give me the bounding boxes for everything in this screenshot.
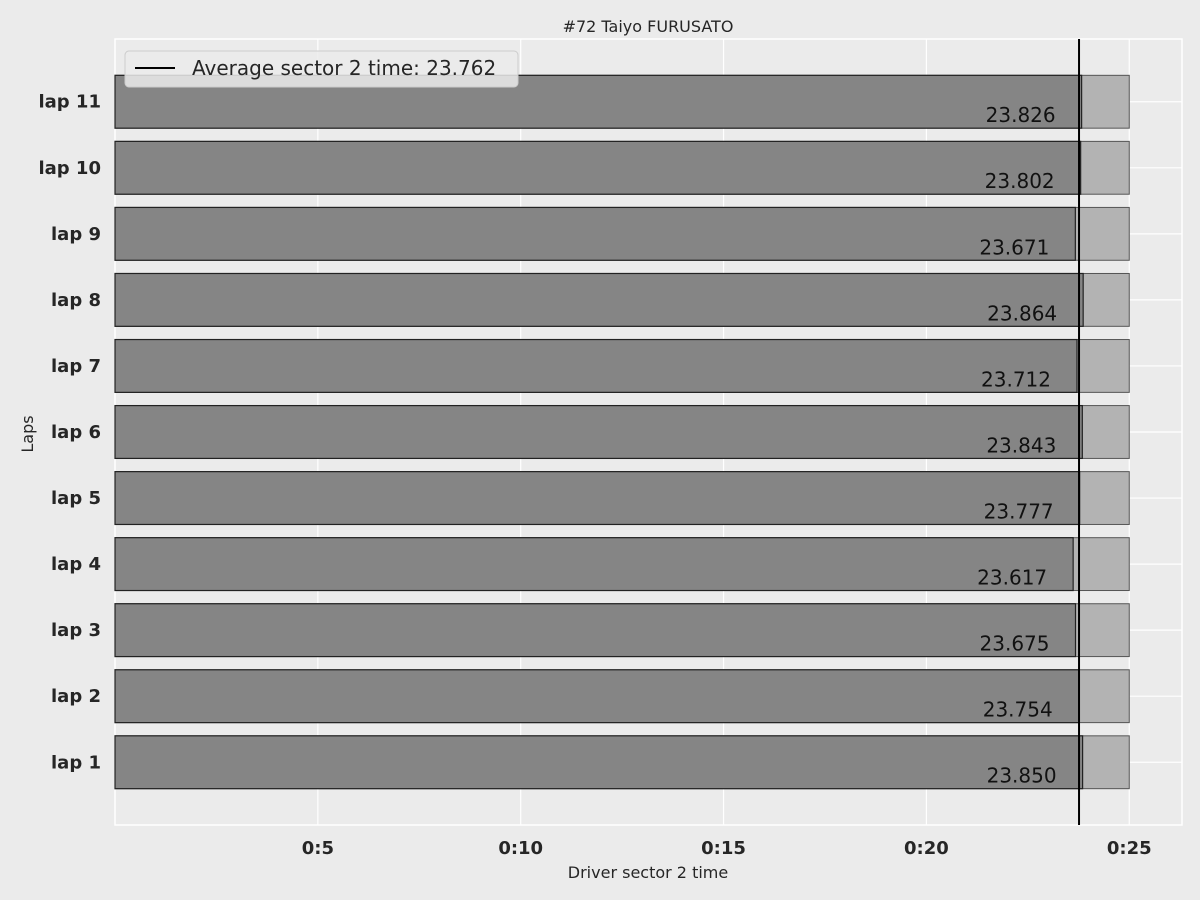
y-tick-label: lap 5 xyxy=(51,488,101,509)
bar-lap-3 xyxy=(114,603,1077,658)
y-tick-label: lap 7 xyxy=(51,356,101,377)
bar-lap-2 xyxy=(114,669,1080,724)
legend: Average sector 2 time: 23.762 xyxy=(124,50,519,88)
bar-lap-5 xyxy=(114,471,1081,526)
y-tick-label: lap 9 xyxy=(51,224,101,245)
data-label: 23.777 xyxy=(984,499,1054,523)
bar-lap-10 xyxy=(114,140,1082,195)
data-label: 23.754 xyxy=(983,698,1053,722)
data-label: 23.671 xyxy=(979,235,1049,259)
y-tick-label: lap 10 xyxy=(38,158,101,179)
x-tick-label: 0:10 xyxy=(498,838,543,859)
y-tick-label: lap 6 xyxy=(51,422,101,443)
data-label: 23.850 xyxy=(987,764,1057,788)
bar-lap-6 xyxy=(114,404,1083,460)
data-label: 23.675 xyxy=(980,632,1050,656)
x-tick-label: 0:15 xyxy=(701,838,746,859)
bar-lap-7 xyxy=(114,338,1078,393)
x-tick-label: 0:20 xyxy=(904,838,949,859)
data-label: 23.617 xyxy=(977,566,1047,590)
chart-title: #72 Taiyo FURUSATO xyxy=(563,17,734,36)
data-label: 23.843 xyxy=(986,433,1056,457)
y-tick-label: lap 2 xyxy=(51,686,101,707)
y-tick-label: lap 3 xyxy=(51,620,101,641)
bar-lap-1 xyxy=(114,735,1084,790)
y-tick-label: lap 4 xyxy=(51,554,101,575)
legend-label: Average sector 2 time: 23.762 xyxy=(192,56,496,80)
bars: 23.850 23.754 23.675 23.617 23.777 23.843 23.7… xyxy=(114,74,1130,790)
y-tick-label: lap 11 xyxy=(38,92,101,113)
bar-lap-4 xyxy=(114,537,1074,592)
bar-lap-9 xyxy=(114,206,1076,261)
x-tick-label: 0:25 xyxy=(1107,838,1152,859)
data-label: 23.802 xyxy=(985,169,1055,193)
x-tick-label: 0:5 xyxy=(302,838,334,859)
data-label: 23.712 xyxy=(981,367,1051,391)
data-label: 23.864 xyxy=(987,301,1057,325)
y-tick-label: lap 1 xyxy=(51,752,101,773)
bar-lap-8 xyxy=(114,272,1084,327)
sector-time-chart: 23.850 23.754 23.675 23.617 23.777 23.843 23.7… xyxy=(0,0,1200,900)
x-axis-label: Driver sector 2 time xyxy=(568,863,728,882)
data-label: 23.826 xyxy=(986,103,1056,127)
y-tick-label: lap 8 xyxy=(51,290,101,311)
y-axis-label: Laps xyxy=(18,415,37,452)
